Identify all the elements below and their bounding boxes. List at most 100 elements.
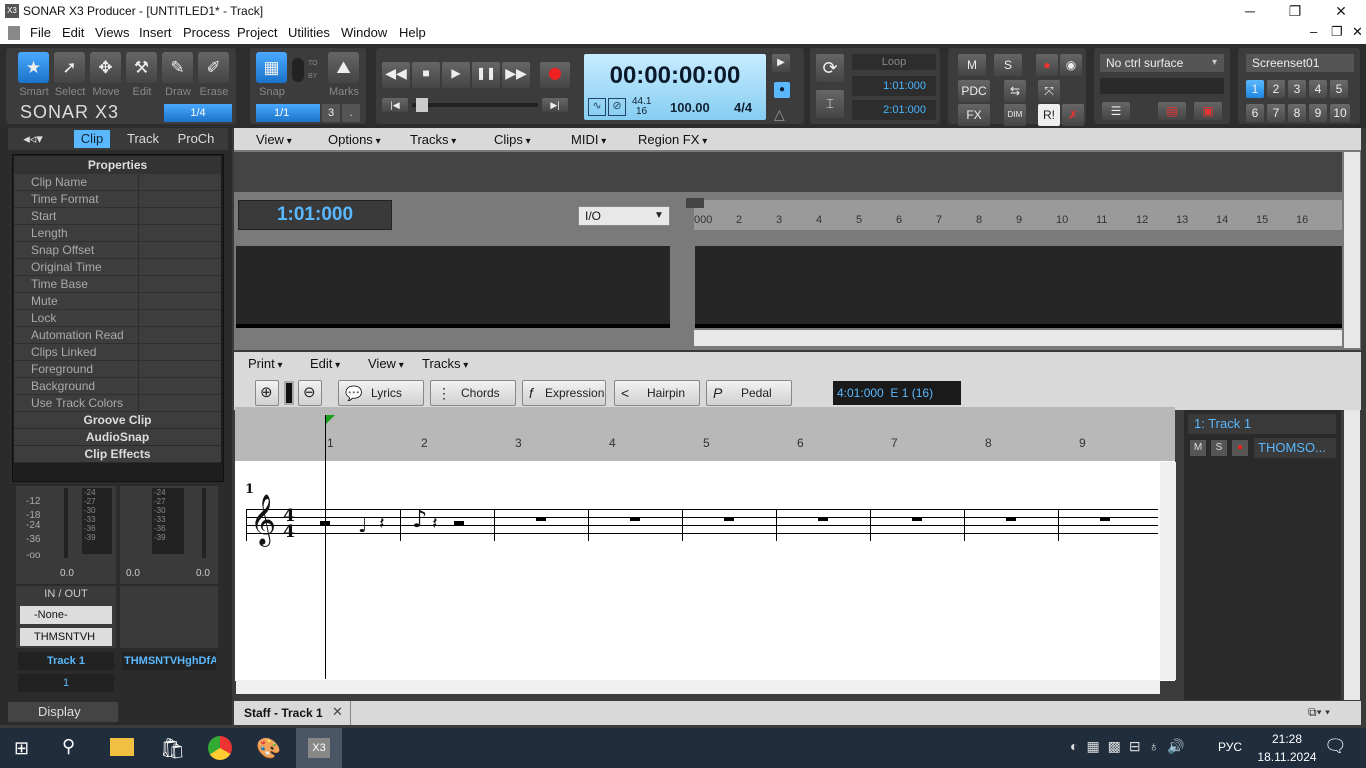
ctrl-surface-dropdown[interactable]: No ctrl surface [1100, 54, 1224, 72]
zoom-slider[interactable] [284, 381, 294, 405]
fast-forward-icon[interactable]: ▶▶ [502, 62, 530, 88]
prop-time-format[interactable]: Time Format [14, 191, 221, 208]
trackview-menu-view[interactable]: View [256, 132, 292, 147]
menu-insert[interactable]: Insert [139, 25, 172, 40]
prop-mute[interactable]: Mute [14, 293, 221, 310]
minimize-button[interactable]: ─ [1227, 0, 1273, 22]
audio-wave-icon[interactable]: ∿ [588, 98, 606, 116]
prop-clips-linked[interactable]: Clips Linked [14, 344, 221, 361]
screenset-dropdown[interactable]: Screenset01 [1246, 54, 1354, 72]
menu-project[interactable]: Project [237, 25, 277, 40]
erase-tool-icon[interactable]: ✐ [198, 52, 229, 83]
screenset-5[interactable]: 5 [1330, 80, 1348, 98]
zoom-in-icon[interactable]: ⊕ [255, 380, 279, 406]
screenset-2[interactable]: 2 [1267, 80, 1285, 98]
screenset-6[interactable]: 6 [1246, 104, 1264, 122]
trackview-menu-tracks[interactable]: Tracks [410, 132, 456, 147]
draw-tool-icon[interactable]: ✎ [162, 52, 193, 83]
go-start-icon[interactable]: |◀ [382, 98, 408, 112]
prop-background[interactable]: Background [14, 378, 221, 395]
input-dropdown[interactable]: -None- [20, 606, 112, 624]
doc-icon[interactable] [8, 26, 20, 40]
screenset-9[interactable]: 9 [1309, 104, 1327, 122]
menu-edit[interactable]: Edit [62, 25, 84, 40]
output-dropdown[interactable]: THMSNTVH [20, 628, 112, 646]
prop-clip-name[interactable]: Clip Name [14, 174, 221, 191]
smart-tool-icon[interactable]: ★ [18, 52, 49, 83]
now-flag-icon[interactable] [325, 415, 335, 425]
prop-original-time[interactable]: Original Time [14, 259, 221, 276]
menu-utilities[interactable]: Utilities [288, 25, 330, 40]
volume-fader[interactable] [64, 488, 68, 558]
display-dropdown[interactable]: Display [8, 702, 118, 722]
file-explorer-icon[interactable] [110, 738, 134, 756]
chords-button[interactable]: ⋮ Chords [430, 380, 516, 406]
prop-start[interactable]: Start [14, 208, 221, 225]
prop-automation-read[interactable]: Automation Read [14, 327, 221, 344]
sonar-taskbar-icon[interactable]: X3 [296, 728, 342, 768]
clock-date[interactable]: 18.11.2024 [1252, 750, 1322, 764]
rewind-icon[interactable]: ◀◀ [382, 62, 410, 88]
lock-icon[interactable]: ▣ [1194, 102, 1222, 120]
tab-clip[interactable]: Clip [74, 130, 110, 148]
horizontal-scrollbar[interactable] [694, 330, 1342, 346]
system-tray-icons[interactable]: ◐▦▩⊟♁🔊 [1070, 738, 1193, 755]
staff-menu-print[interactable]: Print [248, 356, 283, 371]
window-options-icon[interactable]: ⧉▾ ▾ [1308, 705, 1330, 720]
staff-track-output[interactable]: THOMSO... [1254, 438, 1336, 458]
screenset-10[interactable]: 10 [1330, 104, 1350, 122]
screenset-8[interactable]: 8 [1288, 104, 1306, 122]
pause-icon[interactable]: ❚❚ [472, 62, 500, 88]
windows-start-icon[interactable]: ⊞ [14, 738, 29, 759]
menu-views[interactable]: Views [95, 25, 129, 40]
staff-menu-view[interactable]: View [368, 356, 404, 371]
snap-dot[interactable]: . [342, 104, 360, 122]
expression-button[interactable]: f Expression [522, 380, 606, 406]
prop-length[interactable]: Length [14, 225, 221, 242]
staff-pane-scrollbar[interactable] [1344, 410, 1360, 700]
solo-all-button[interactable]: S [994, 54, 1022, 76]
track-name-label[interactable]: Track 1 [18, 652, 114, 670]
edit-tool-icon[interactable]: ⚒ [126, 52, 157, 83]
pedal-button[interactable]: P Pedal [706, 380, 792, 406]
mdi-restore[interactable]: ❐ [1331, 24, 1343, 40]
notifications-icon[interactable]: 🗨 [1324, 736, 1347, 757]
reset-button[interactable]: R! [1038, 104, 1060, 126]
staff-canvas[interactable] [235, 461, 1175, 681]
trackview-menu-regionfx[interactable]: Region FX [638, 132, 707, 147]
staff-menu-tracks[interactable]: Tracks [422, 356, 468, 371]
clock-time[interactable]: 21:28 [1262, 732, 1312, 746]
menu-window[interactable]: Window [341, 25, 387, 40]
paint-icon[interactable]: 🎨 [256, 736, 281, 761]
snap-grid-icon[interactable]: ▦ [256, 52, 287, 83]
inspector-options-icon[interactable]: ◂◃▾ [12, 130, 54, 148]
close-button[interactable]: ✕ [1318, 0, 1364, 22]
menu-icon[interactable]: ☰ [1102, 102, 1130, 120]
metronome-rec-icon[interactable]: ● [774, 82, 790, 98]
mute-all-button[interactable]: M [958, 54, 986, 76]
stop-icon[interactable]: ■ [412, 62, 440, 88]
metronome-icon[interactable]: △ [774, 106, 785, 123]
staff-horizontal-scrollbar[interactable] [236, 680, 1160, 694]
prop-foreground[interactable]: Foreground [14, 361, 221, 378]
offline-icon[interactable]: ⊘ [608, 98, 626, 116]
trackview-menu-options[interactable]: Options [328, 132, 381, 147]
go-end-icon[interactable]: ▶| [542, 98, 568, 112]
select-tool-icon[interactable]: ➚ [54, 52, 85, 83]
snap-num[interactable]: 3 [322, 104, 340, 122]
mdi-close[interactable]: ✕ [1352, 24, 1363, 40]
chrome-icon[interactable] [208, 736, 232, 760]
prop-use-track-colors[interactable]: Use Track Colors [14, 395, 221, 412]
tempo[interactable]: 100.00 [670, 100, 710, 115]
marks-icon[interactable]: ⛰ [328, 52, 359, 83]
language-indicator[interactable]: РУС [1218, 740, 1242, 754]
prop-lock[interactable]: Lock [14, 310, 221, 327]
automation-icon[interactable]: ⤧ [1038, 80, 1060, 102]
staff-ruler[interactable] [235, 407, 1175, 463]
staff-track-record-icon[interactable]: ● [1232, 440, 1248, 456]
punch-icon[interactable]: ⌶ [816, 90, 844, 118]
loop-start[interactable]: 1:01:000 [852, 76, 936, 96]
automation-write-icon[interactable]: ✗ [1062, 104, 1084, 126]
tab-prochannel[interactable]: ProCh [174, 130, 218, 148]
now-time-display[interactable]: 1:01:000 [238, 200, 392, 230]
